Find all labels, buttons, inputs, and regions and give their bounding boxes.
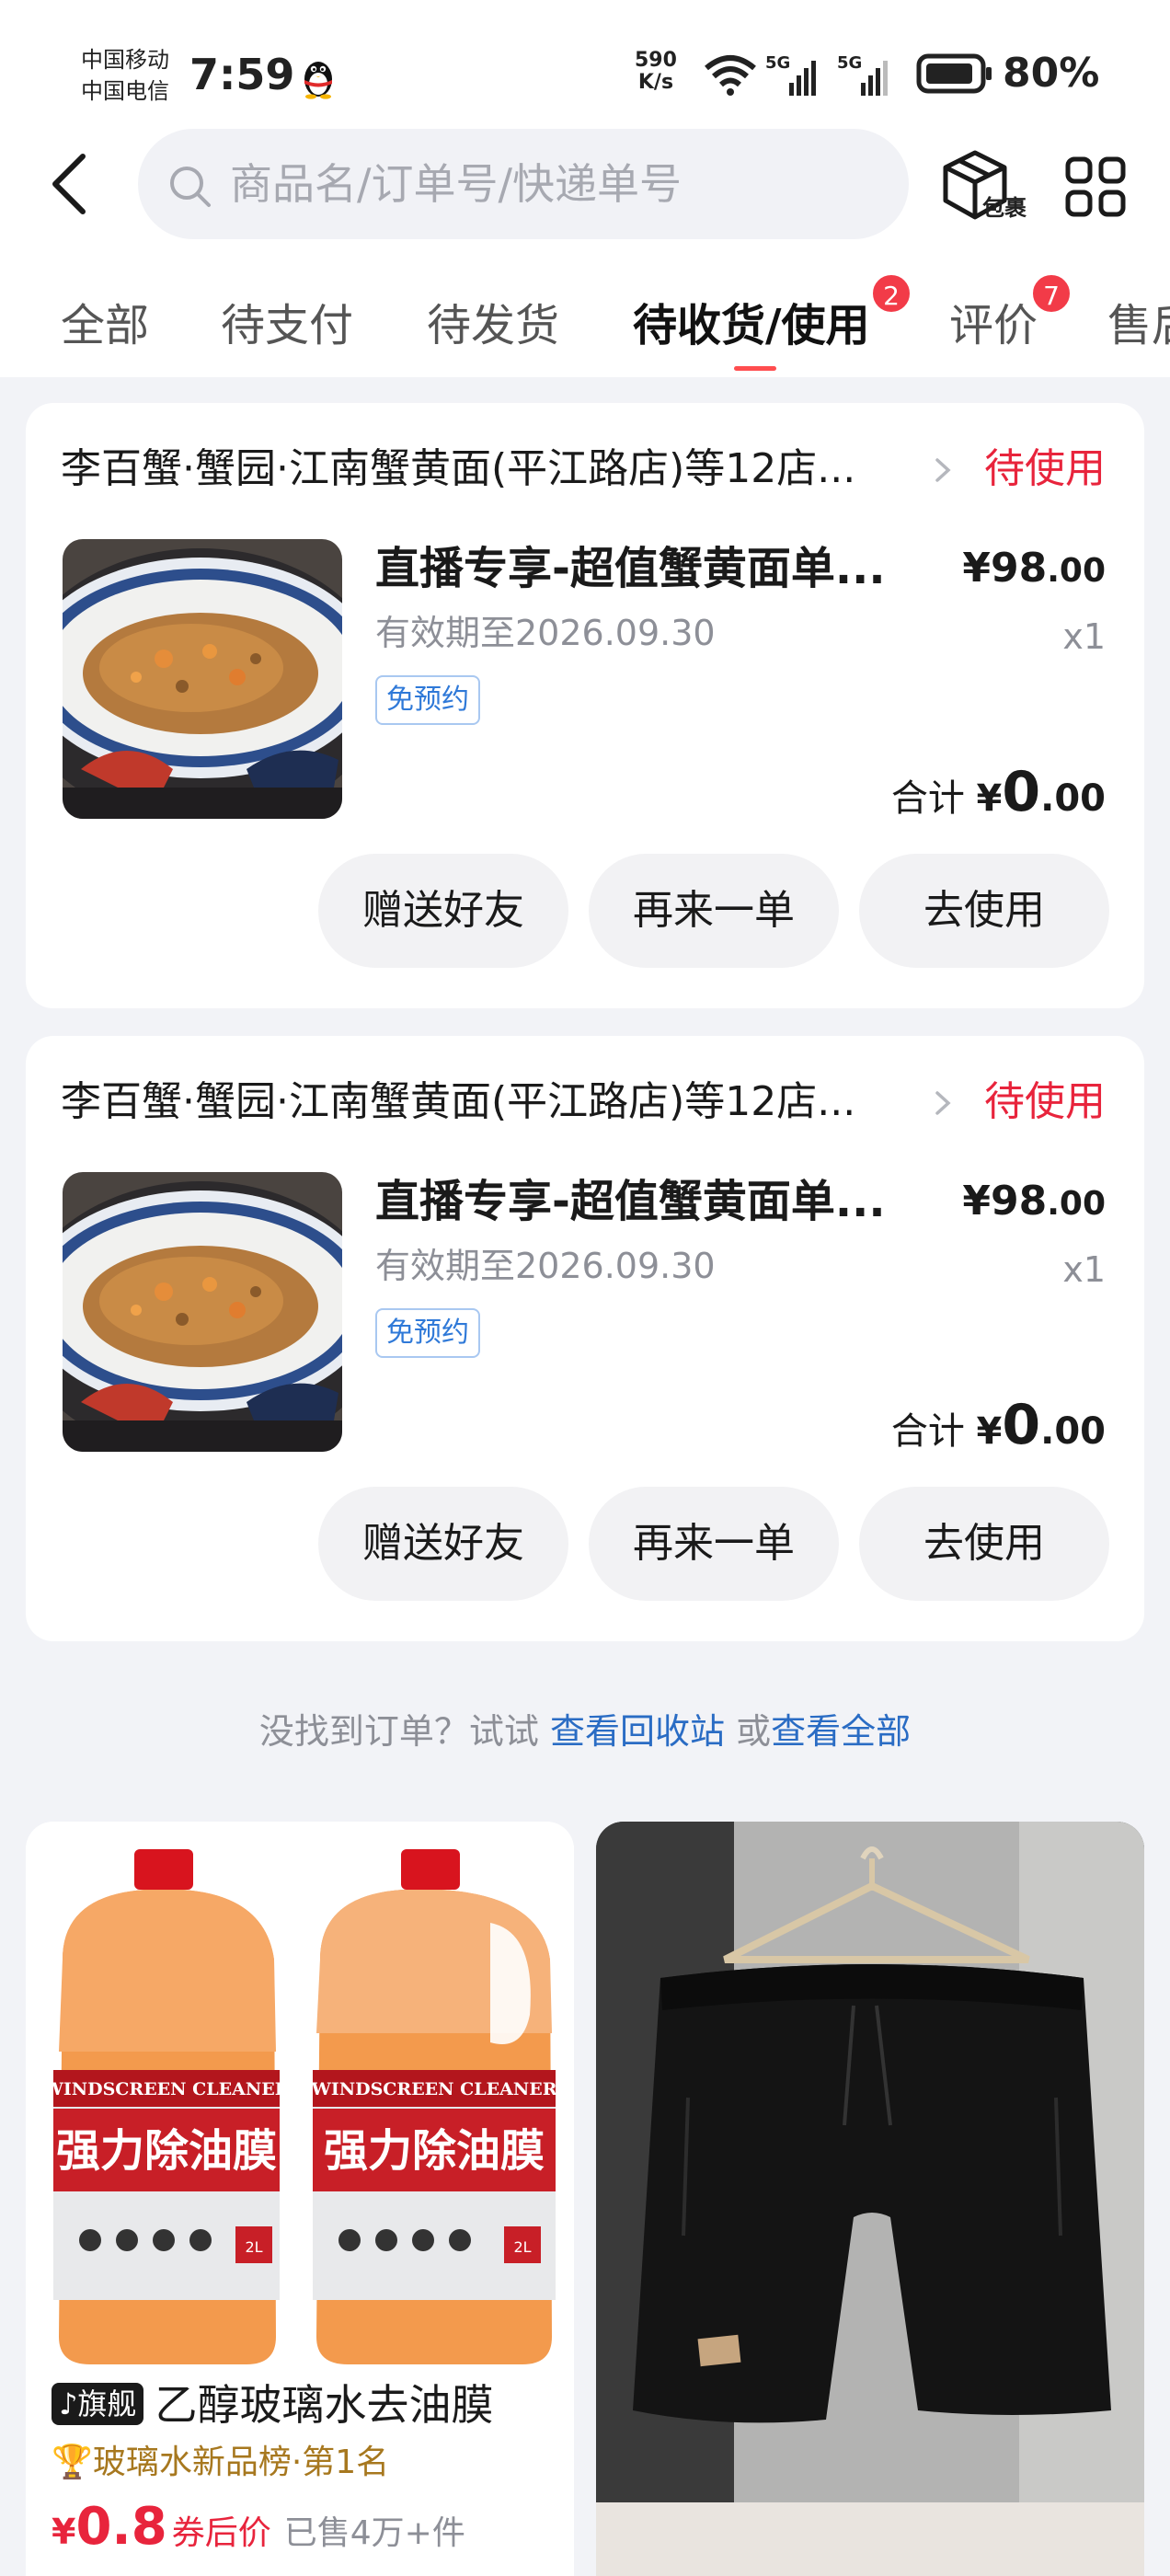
tab-pending-shipment[interactable]: 待发货 — [427, 294, 559, 357]
shorts-image[interactable] — [596, 1822, 1144, 2576]
chevron-right-icon[interactable] — [932, 1087, 954, 1119]
view-all-link[interactable]: 查看全部 — [771, 1711, 911, 1752]
signal-icons: 5G 5G — [705, 53, 888, 96]
order-again-button[interactable]: 再来一单 — [589, 854, 839, 968]
order-again-button[interactable]: 再来一单 — [589, 1487, 839, 1601]
order-tabs: 全部 待支付 待发货 待收货/使用 2 评价 7 售后 — [0, 272, 1170, 377]
search-input[interactable]: 商品名/订单号/快递单号 — [138, 129, 909, 239]
no-reservation-tag: 免预约 — [375, 675, 480, 725]
svg-text:5G: 5G — [765, 53, 790, 73]
tab-badge-pending-receipt: 2 — [870, 272, 912, 315]
recommendation-title[interactable]: ♪旗舰 乙醇玻璃水去油膜 — [52, 2374, 493, 2436]
product-name[interactable]: 直播专享-超值蟹黄面单... — [375, 537, 909, 600]
net-speed: 590 K/s — [635, 49, 677, 94]
carrier-1: 中国移动 — [81, 47, 169, 73]
svg-text:2L: 2L — [245, 2238, 262, 2256]
order-status: 待使用 — [984, 1078, 1106, 1125]
svg-text:强力除油膜: 强力除油膜 — [324, 2125, 545, 2177]
gift-to-friend-button[interactable]: 赠送好友 — [318, 854, 568, 968]
tab-after-sales-clip: 售后 — [1107, 294, 1170, 359]
validity-date: 有效期至2026.09.30 — [375, 1246, 716, 1286]
qq-penguin-icon — [304, 62, 332, 99]
order-status: 待使用 — [984, 445, 1106, 492]
bottle-left: WINDSCREEN CLEANER 强力除油膜 2L — [43, 1849, 290, 2364]
signal-5g-2-icon: 5G — [837, 53, 888, 96]
unit-price: ¥98.00 — [962, 1178, 1106, 1225]
recommendation-price: ¥0.8 券后价 已售4万+件 — [52, 2497, 465, 2557]
recommendation-card[interactable] — [596, 1822, 1144, 2576]
tab-pending-payment[interactable]: 待支付 — [221, 294, 353, 357]
svg-text:WINDSCREEN CLEANER: WINDSCREEN CLEANER — [311, 2079, 557, 2099]
svg-text:5G: 5G — [837, 53, 862, 73]
chevron-right-icon[interactable] — [932, 454, 954, 486]
tab-review[interactable]: 评价 — [949, 294, 1038, 357]
view-recycle-bin-link[interactable]: 查看回收站 — [550, 1711, 725, 1752]
carrier-names: 中国移动 中国电信 — [81, 44, 169, 107]
quantity: x1 — [1062, 1249, 1106, 1290]
product-image[interactable]: WINDSCREEN CLEANER 强力除油膜 2L WINDSCREEN C… — [26, 1822, 574, 2374]
grid-menu-icon[interactable] — [1065, 156, 1126, 217]
status-bar: 中国移动 中国电信 7:59 590 K/s 5G 5G 80% — [0, 0, 1170, 138]
svg-text:强力除油膜: 强力除油膜 — [56, 2125, 277, 2177]
unit-price: ¥98.00 — [962, 545, 1106, 592]
recommendation-card[interactable]: WINDSCREEN CLEANER 强力除油膜 2L WINDSCREEN C… — [26, 1822, 574, 2576]
order-total: 合计 ¥0.00 — [890, 760, 1106, 824]
search-placeholder: 商品名/订单号/快递单号 — [230, 159, 682, 209]
order-total: 合计 ¥0.00 — [890, 1393, 1106, 1457]
quantity: x1 — [1062, 616, 1106, 657]
bottle-right: WINDSCREEN CLEANER 强力除油膜 2L — [311, 1849, 557, 2364]
product-thumbnail[interactable] — [63, 1172, 342, 1452]
flagship-badge: ♪旗舰 — [52, 2383, 144, 2425]
package-label[interactable]: 包裹 — [982, 190, 1027, 222]
carrier-2: 中国电信 — [81, 78, 169, 104]
signal-5g-1-icon: 5G — [765, 53, 816, 96]
tab-after-sales[interactable]: 售后 — [1107, 294, 1170, 357]
active-tab-indicator — [734, 366, 776, 371]
gift-to-friend-button[interactable]: 赠送好友 — [318, 1487, 568, 1601]
ranking-badge[interactable]: 🏆玻璃水新品榜·第1名 — [52, 2436, 389, 2490]
product-thumbnail[interactable] — [63, 539, 342, 819]
trophy-icon: 🏆 — [52, 2444, 93, 2481]
not-found-hint: 没找到订单？试试 查看回收站 或查看全部 — [258, 1711, 912, 1752]
wifi-icon — [705, 55, 756, 96]
order-card[interactable]: 李百蟹·蟹园·江南蟹黄面(平江路店)等12店... 待使用 直播专享-超值蟹黄面… — [26, 403, 1144, 1008]
status-time: 7:59 — [189, 50, 295, 99]
search-icon — [170, 167, 211, 207]
order-card[interactable]: 李百蟹·蟹园·江南蟹黄面(平江路店)等12店... 待使用 直播专享-超值蟹黄面… — [26, 1036, 1144, 1641]
tab-pending-receipt[interactable]: 待收货/使用 — [633, 294, 870, 357]
svg-text:WINDSCREEN CLEANER: WINDSCREEN CLEANER — [43, 2079, 290, 2099]
use-now-button[interactable]: 去使用 — [859, 854, 1109, 968]
total-label: 合计 — [890, 1410, 965, 1453]
no-reservation-tag: 免预约 — [375, 1308, 480, 1358]
svg-text:2L: 2L — [513, 2238, 531, 2256]
validity-date: 有效期至2026.09.30 — [375, 613, 716, 653]
shop-name[interactable]: 李百蟹·蟹园·江南蟹黄面(平江路店)等12店... — [61, 1073, 944, 1132]
battery-percent: 80% — [1003, 50, 1100, 97]
sold-count: 已售4万+件 — [283, 2514, 465, 2552]
product-name[interactable]: 直播专享-超值蟹黄面单... — [375, 1170, 909, 1233]
shop-name[interactable]: 李百蟹·蟹园·江南蟹黄面(平江路店)等12店... — [61, 440, 944, 499]
total-label: 合计 — [890, 777, 965, 820]
battery-icon — [916, 53, 992, 94]
tab-all[interactable]: 全部 — [61, 294, 149, 357]
tab-badge-review: 7 — [1030, 272, 1072, 315]
back-arrow-icon[interactable] — [44, 149, 94, 219]
use-now-button[interactable]: 去使用 — [859, 1487, 1109, 1601]
